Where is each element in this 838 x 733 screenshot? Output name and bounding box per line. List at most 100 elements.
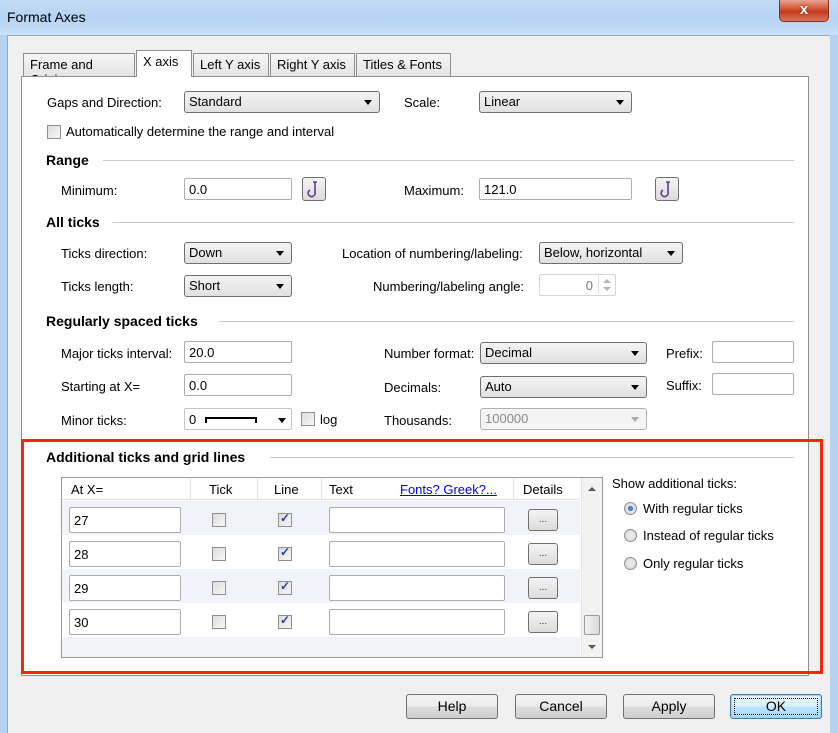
additional-ticks-grid: At X= Tick Line Text Fonts? Greek?... De… (61, 477, 603, 658)
minimum-hook-button[interactable] (302, 177, 326, 201)
tick-checkbox[interactable] (212, 615, 226, 629)
minimum-input[interactable]: 0.0 (184, 178, 292, 200)
text-input[interactable] (329, 575, 505, 601)
angle-spinner[interactable]: 0 (539, 274, 616, 296)
decimals-value: Auto (485, 379, 512, 394)
title-bar[interactable]: Format Axes x (0, 0, 838, 35)
show-additional-label: Show additional ticks: (612, 476, 738, 491)
fonts-greek-link[interactable]: Fonts? Greek?... (400, 482, 497, 497)
suffix-input[interactable] (712, 373, 794, 395)
radio-instead-of-regular-ticks[interactable] (624, 529, 637, 542)
log-label: log (320, 412, 338, 427)
number-format-value: Decimal (485, 345, 532, 360)
ticks-direction-value: Down (189, 245, 223, 260)
text-input[interactable] (329, 507, 505, 533)
tick-checkbox[interactable] (212, 581, 226, 595)
window-frame-right (830, 35, 838, 733)
ticks-length-label: Ticks length: (61, 279, 134, 294)
line-checkbox[interactable]: ✓ (278, 511, 292, 527)
table-row: 28 ✓ ... (62, 535, 580, 569)
ok-button[interactable]: OK (730, 694, 822, 719)
log-checkbox[interactable] (301, 412, 315, 426)
ellipsis-icon: ... (538, 514, 548, 525)
thousands-select[interactable]: 100000 (480, 408, 647, 430)
grid-header: At X= Tick Line Text Fonts? Greek?... De… (62, 478, 580, 500)
minimum-value: 0.0 (189, 182, 208, 197)
ticks-direction-select[interactable]: Down (184, 242, 292, 264)
minor-ticks-select[interactable]: 0 (184, 408, 292, 430)
column-line: Line (274, 482, 299, 497)
thousands-label: Thousands: (384, 413, 452, 428)
tab-label: Titles & Fonts (363, 57, 442, 72)
gaps-direction-value: Standard (189, 94, 242, 109)
radio-only-regular-ticks[interactable] (624, 557, 637, 570)
column-separator (190, 478, 191, 500)
tick-checkbox[interactable] (212, 513, 226, 527)
scale-select[interactable]: Linear (479, 91, 632, 113)
checkmark-icon: ✓ (280, 545, 291, 559)
at-x-input[interactable]: 28 (69, 541, 181, 567)
at-x-value: 27 (74, 513, 89, 528)
auto-range-checkbox[interactable] (47, 125, 61, 139)
range-heading: Range (46, 152, 89, 168)
scroll-thumb[interactable] (584, 615, 600, 635)
location-value: Below, horizontal (544, 245, 643, 260)
checkmark-icon: ✓ (280, 579, 291, 593)
prefix-input[interactable] (712, 341, 794, 363)
focus-rect (734, 698, 818, 715)
details-button[interactable]: ... (528, 577, 558, 599)
details-button[interactable]: ... (528, 509, 558, 531)
range-divider (103, 160, 794, 161)
location-select[interactable]: Below, horizontal (539, 242, 683, 264)
text-input[interactable] (329, 541, 505, 567)
close-button[interactable]: x (779, 0, 829, 22)
chevron-down-icon (364, 100, 372, 105)
maximum-label: Maximum: (404, 183, 464, 198)
cancel-button[interactable]: Cancel (515, 694, 607, 719)
details-button[interactable]: ... (528, 611, 558, 633)
line-checkbox[interactable]: ✓ (278, 579, 292, 595)
tab-label: Left Y axis (200, 57, 261, 72)
column-separator (513, 478, 514, 500)
angle-label: Numbering/labeling angle: (373, 279, 525, 294)
tab-frame-and-origin[interactable]: Frame and Origin (23, 53, 135, 87)
line-checkbox[interactable]: ✓ (278, 613, 292, 629)
tab-left-y-axis[interactable]: Left Y axis (193, 53, 269, 76)
tab-right-y-axis[interactable]: Right Y axis (270, 53, 355, 76)
number-format-select[interactable]: Decimal (480, 342, 647, 364)
spinner-arrows-icon[interactable] (598, 276, 614, 294)
apply-button[interactable]: Apply (623, 694, 715, 719)
help-button[interactable]: Help (406, 694, 498, 719)
grid-scrollbar[interactable] (581, 478, 602, 657)
at-x-input[interactable]: 29 (69, 575, 181, 601)
checkmark-icon: ✓ (280, 511, 291, 525)
maximum-input[interactable]: 121.0 (479, 178, 632, 200)
chevron-down-icon (667, 251, 675, 256)
tab-x-axis[interactable]: X axis (136, 50, 192, 77)
line-checkbox[interactable]: ✓ (278, 545, 292, 561)
additional-ticks-divider (270, 457, 794, 458)
scroll-down-icon[interactable] (588, 645, 596, 649)
at-x-input[interactable]: 30 (69, 609, 181, 635)
decimals-select[interactable]: Auto (480, 376, 647, 398)
number-format-label: Number format: (384, 346, 475, 361)
gaps-direction-select[interactable]: Standard (184, 91, 380, 113)
ticks-length-select[interactable]: Short (184, 275, 292, 297)
radio-only-regular-ticks-label: Only regular ticks (643, 556, 744, 571)
ellipsis-icon: ... (538, 548, 548, 559)
major-interval-input[interactable]: 20.0 (184, 341, 292, 363)
tick-checkbox[interactable] (212, 547, 226, 561)
thousands-value: 100000 (485, 411, 529, 426)
minor-ticks-label: Minor ticks: (61, 413, 127, 428)
regular-ticks-divider (219, 321, 794, 322)
scroll-up-icon[interactable] (588, 487, 596, 491)
tab-titles-and-fonts[interactable]: Titles & Fonts (356, 53, 451, 76)
maximum-hook-button[interactable] (655, 177, 679, 201)
table-row: 29 ✓ ... (62, 569, 580, 603)
details-button[interactable]: ... (528, 543, 558, 565)
major-interval-label: Major ticks interval: (61, 346, 173, 361)
radio-with-regular-ticks[interactable] (624, 502, 637, 515)
at-x-input[interactable]: 27 (69, 507, 181, 533)
starting-at-input[interactable]: 0.0 (184, 374, 292, 396)
text-input[interactable] (329, 609, 505, 635)
